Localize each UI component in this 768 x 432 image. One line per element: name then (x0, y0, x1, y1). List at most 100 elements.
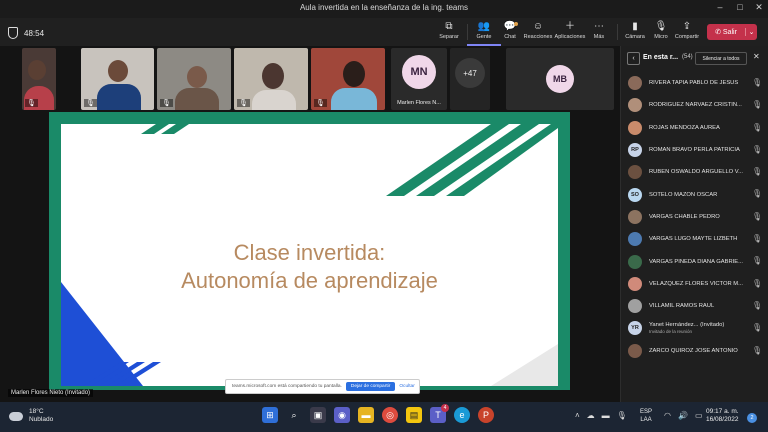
mic-muted-icon[interactable]: 🎙 (617, 411, 627, 420)
participant-row[interactable]: RUBEN OSWALDO ARGUELLO V... 🎙 (621, 161, 768, 183)
teams-icon[interactable]: T4 (430, 404, 449, 423)
search-icon[interactable]: ⌕ (286, 407, 302, 423)
participant-row[interactable]: YR Yanet Hernández... (Invitado) Invitado … (621, 317, 768, 339)
self-tile[interactable]: MB (506, 48, 614, 110)
weather-condition: Nublado (29, 416, 54, 423)
reacciones-button[interactable]: ☺ Reacciones (521, 21, 555, 40)
avatar (628, 299, 642, 314)
clock[interactable]: 09:17 a. m. 16/08/2022 (706, 408, 739, 424)
participant-video (108, 60, 128, 82)
mic-muted-icon: 🎙 (752, 256, 763, 266)
powerpoint-icon[interactable]: P (478, 407, 494, 423)
keyboard-layout: LAA (640, 417, 652, 423)
chat-label: Chat (504, 34, 516, 40)
mic-muted-icon: 🎙 (752, 300, 763, 310)
video-tile[interactable]: 🎙 (22, 48, 56, 110)
shield-icon (8, 27, 18, 39)
chrome-icon[interactable]: ◎ (382, 407, 398, 423)
wifi-icon[interactable]: ◠ (664, 411, 671, 420)
mic-muted-icon: 🎙 (752, 211, 763, 221)
mic-muted-icon: 🎙 (752, 234, 763, 244)
avatar: SO (628, 187, 642, 202)
video-tile[interactable]: 🎙 (311, 48, 385, 110)
participant-row[interactable]: ROJAS MENDOZA AUREA 🎙 (621, 117, 768, 139)
salir-label: ✆ Salir (715, 29, 737, 36)
participant-row[interactable]: VARGAS PINEDA DIANA GABRIE... 🎙 (621, 250, 768, 272)
avatar (628, 98, 642, 113)
task-view-icon[interactable]: ▣ (310, 407, 326, 423)
back-button[interactable]: ‹ (627, 52, 640, 65)
gente-label: Gente (476, 34, 492, 40)
weather-widget[interactable]: 18°C Nublado (9, 408, 53, 424)
notification-badge[interactable]: 2 (747, 413, 757, 423)
video-tile[interactable]: 🎙 (157, 48, 231, 110)
minimize-button[interactable]: – (713, 2, 727, 12)
participant-name: ROMAN BRAVO PERLA PATRICIA (649, 147, 740, 154)
participant-role: Invitado de la reunión (649, 329, 693, 335)
participant-row[interactable]: VELAZQUEZ FLORES VICTOR M... 🎙 (621, 273, 768, 295)
video-tile[interactable]: 🎙 (81, 48, 154, 110)
teams-chat-icon[interactable]: ◉ (334, 407, 350, 423)
sticky-notes-icon[interactable]: ▤ (406, 407, 422, 423)
participant-name: RUBEN OSWALDO ARGUELLO V... (649, 169, 743, 176)
participant-list: RIVERA TAPIA PABLO DE JESUS 🎙 RODRIGUEZ NA… (621, 72, 768, 362)
windows-taskbar: 18°C Nublado ⊞ ⌕ ▣ ◉ ▬ ◎ ▤ T4 e P ˄ ☁ ▬ … (0, 402, 768, 432)
participant-name: RODRIGUEZ NARVAEZ CRISTIN... (649, 102, 742, 109)
mic-muted-icon: 🎙 (752, 144, 763, 154)
reaction-icon: ☺ (532, 21, 544, 32)
participant-row[interactable]: ZARCO QUIROZ JOSE ANTONIO 🎙 (621, 340, 768, 362)
participant-row[interactable]: SO SOTELO MAZON OSCAR 🎙 (621, 183, 768, 205)
mic-muted-icon: 🎙 (752, 323, 763, 333)
avatar: RP (628, 143, 642, 158)
mic-muted-icon: 🎙 (160, 99, 173, 107)
slide-title: Clase invertida: Autonomía de aprendizaj… (61, 239, 558, 295)
participant-row[interactable]: VARGAS CHABLE PEDRO 🎙 (621, 206, 768, 228)
meeting-toolbar: 48:54 ⧉ Separar 👥 Gente 💬 Chat ☺ Reaccio… (0, 18, 768, 46)
close-window-button[interactable]: ✕ (752, 2, 766, 13)
system-tray: ˄ ☁ ▬ 🎙 (575, 411, 627, 420)
participant-name-block: VELAZQUEZ FLORES VICTOR M... (649, 281, 749, 287)
battery-icon[interactable]: ▭ (695, 411, 703, 420)
participant-row[interactable]: VILLAMIL RAMOS RAUL 🎙 (621, 295, 768, 317)
participant-name-block: VARGAS LUGO MAYTE LIZBETH (649, 236, 749, 242)
salir-button[interactable]: ✆ Salir ⌄ (707, 24, 757, 40)
chevron-up-icon[interactable]: ˄ (575, 411, 580, 420)
edge-icon[interactable]: e (454, 407, 470, 423)
shared-screen[interactable]: Clase invertida: Autonomía de aprendizaj… (49, 112, 570, 394)
onedrive-icon[interactable]: ☁ (587, 411, 595, 420)
participant-video (252, 90, 296, 110)
compartir-button[interactable]: ⇪ Compartir (670, 21, 704, 40)
close-panel-button[interactable]: ✕ (753, 52, 760, 61)
mute-all-button[interactable]: Silenciar a todos (695, 52, 747, 65)
participant-name-block: VILLAMIL RAMOS RAUL (649, 303, 749, 309)
participant-row[interactable]: RP ROMAN BRAVO PERLA PATRICIA 🎙 (621, 139, 768, 161)
file-explorer-icon[interactable]: ▬ (358, 407, 374, 423)
volume-icon[interactable]: 🔊 (678, 411, 688, 420)
network-icon[interactable]: ▬ (602, 411, 610, 420)
participant-name: VILLAMIL RAMOS RAUL (649, 303, 715, 310)
hide-button[interactable]: Ocultar (399, 384, 414, 389)
video-tile[interactable]: MN Marlen Flores N... (391, 48, 447, 110)
salir-dropdown-icon[interactable]: ⌄ (745, 28, 757, 36)
maximize-button[interactable]: □ (733, 2, 747, 12)
popout-icon: ⧉ (445, 21, 453, 32)
participants-panel: ‹ En esta r... (54) Silenciar a todos ✕ … (620, 46, 768, 402)
participant-row[interactable]: RIVERA TAPIA PABLO DE JESUS 🎙 (621, 72, 768, 94)
language-indicator[interactable]: ESP LAA (640, 408, 652, 424)
stop-sharing-button[interactable]: Dejar de compartir (345, 382, 396, 391)
participant-row[interactable]: RODRIGUEZ NARVAEZ CRISTIN... 🎙 (621, 94, 768, 116)
mas-button[interactable]: ⋯ Más (582, 21, 616, 40)
avatar: MB (546, 65, 574, 93)
overflow-tile[interactable]: +47 (450, 48, 490, 110)
avatar (628, 254, 642, 269)
chat-unread-dot (514, 22, 518, 26)
start-icon[interactable]: ⊞ (262, 407, 278, 423)
mic-muted-icon: 🎙 (752, 345, 763, 355)
participant-name-block: RODRIGUEZ NARVAEZ CRISTIN... (649, 102, 749, 108)
video-tile[interactable]: 🎙 (234, 48, 308, 110)
overflow-count: +47 (455, 58, 485, 88)
participant-name: ROJAS MENDOZA AUREA (649, 124, 720, 131)
participant-row[interactable]: VARGAS LUGO MAYTE LIZBETH 🎙 (621, 228, 768, 250)
separar-button[interactable]: ⧉ Separar (432, 21, 466, 40)
participant-video (28, 60, 46, 80)
